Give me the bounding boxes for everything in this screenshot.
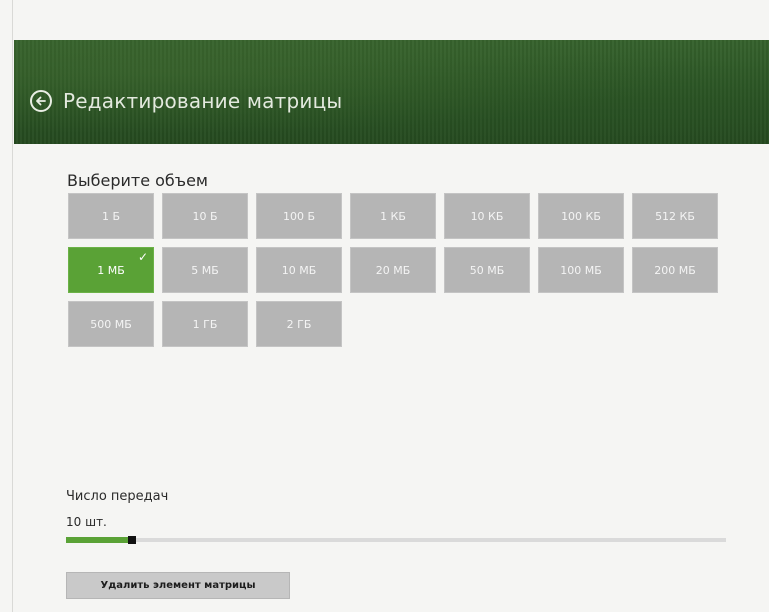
transfer-count-label: Число передач <box>66 489 169 504</box>
volume-option-label: 200 МБ <box>654 263 696 277</box>
volume-option[interactable]: 10 Б <box>162 193 248 239</box>
volume-option-label: 1 ГБ <box>192 317 218 331</box>
volume-option[interactable]: 1 Б <box>68 193 154 239</box>
volume-label: Выберите объем <box>67 171 208 190</box>
volume-option[interactable]: 100 КБ <box>538 193 624 239</box>
volume-option[interactable]: 100 МБ <box>538 247 624 293</box>
volume-option[interactable]: 10 МБ <box>256 247 342 293</box>
volume-option[interactable]: 50 МБ <box>444 247 530 293</box>
transfer-count-slider[interactable] <box>66 536 726 544</box>
volume-option[interactable]: 5 МБ <box>162 247 248 293</box>
volume-option-label: 2 ГБ <box>286 317 312 331</box>
volume-option[interactable]: 512 КБ <box>632 193 718 239</box>
slider-fill <box>66 537 132 543</box>
volume-option[interactable]: 1 МБ ✓ <box>68 247 154 293</box>
volume-option[interactable]: 1 ГБ <box>162 301 248 347</box>
arrow-left-icon <box>36 96 46 106</box>
volume-option-label: 500 МБ <box>90 317 132 331</box>
volume-option-label: 100 Б <box>282 209 316 223</box>
volume-option-label: 1 КБ <box>380 209 406 223</box>
volume-option[interactable]: 500 МБ <box>68 301 154 347</box>
volume-option-label: 512 КБ <box>655 209 695 223</box>
volume-option-label: 10 МБ <box>281 263 317 277</box>
checkmark-icon: ✓ <box>137 250 148 264</box>
volume-option-label: 20 МБ <box>375 263 411 277</box>
volume-option-label: 5 МБ <box>191 263 219 277</box>
volume-option-label: 100 МБ <box>560 263 602 277</box>
transfer-count-value: 10 шт. <box>66 515 107 529</box>
volume-option-label: 1 Б <box>101 209 121 223</box>
volume-option-label: 50 МБ <box>469 263 505 277</box>
volume-option-label: 100 КБ <box>561 209 601 223</box>
volume-option[interactable]: 20 МБ <box>350 247 436 293</box>
slider-thumb[interactable] <box>128 536 136 544</box>
back-button[interactable] <box>30 90 52 112</box>
volume-option[interactable]: 100 Б <box>256 193 342 239</box>
delete-matrix-element-button[interactable]: Удалить элемент матрицы <box>66 572 290 599</box>
volume-option-label: 10 Б <box>192 209 218 223</box>
volume-option[interactable]: 2 ГБ <box>256 301 342 347</box>
volume-option[interactable]: 200 МБ <box>632 247 718 293</box>
volume-option-label: 10 КБ <box>470 209 504 223</box>
window-edge <box>12 0 13 612</box>
slider-track <box>66 538 726 542</box>
volume-option[interactable]: 10 КБ <box>444 193 530 239</box>
page-title: Редактирование матрицы <box>63 89 343 113</box>
volume-option-label: 1 МБ <box>97 263 125 277</box>
volume-option[interactable]: 1 КБ <box>350 193 436 239</box>
